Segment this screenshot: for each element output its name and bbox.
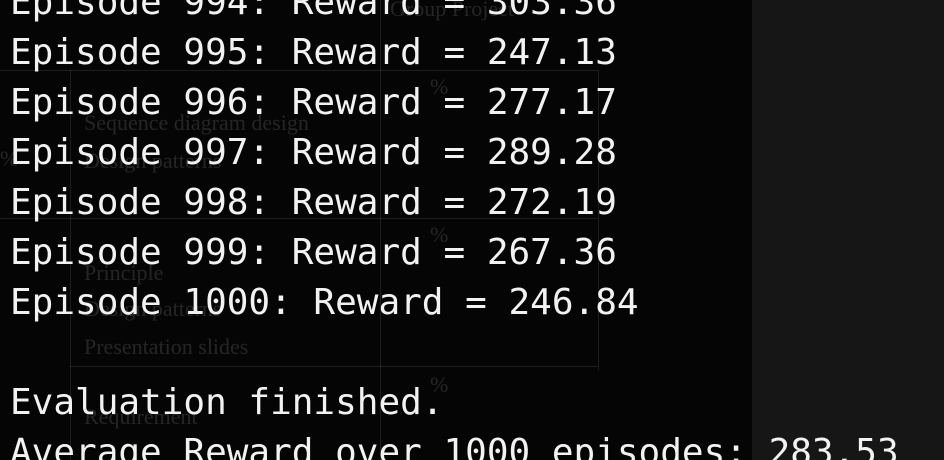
output-line: Episode 1000: Reward = 246.84 [10, 282, 639, 323]
output-line: Evaluation finished. [10, 382, 444, 423]
terminal-output[interactable]: Episode 994: Reward = 303.36 Episode 995… [10, 0, 899, 460]
output-line: Episode 995: Reward = 247.13 [10, 32, 617, 73]
output-line: Episode 999: Reward = 267.36 [10, 232, 617, 273]
output-line-blank [10, 328, 899, 378]
output-line: Episode 996: Reward = 277.17 [10, 82, 617, 123]
output-line: Episode 994: Reward = 303.36 [10, 0, 617, 23]
output-line: Average Reward over 1000 episodes: 283.5… [10, 432, 899, 460]
output-line: Episode 998: Reward = 272.19 [10, 182, 617, 223]
output-line: Episode 997: Reward = 289.28 [10, 132, 617, 173]
terminal-window[interactable]: Group Project Sequence diagram design De… [0, 0, 944, 460]
